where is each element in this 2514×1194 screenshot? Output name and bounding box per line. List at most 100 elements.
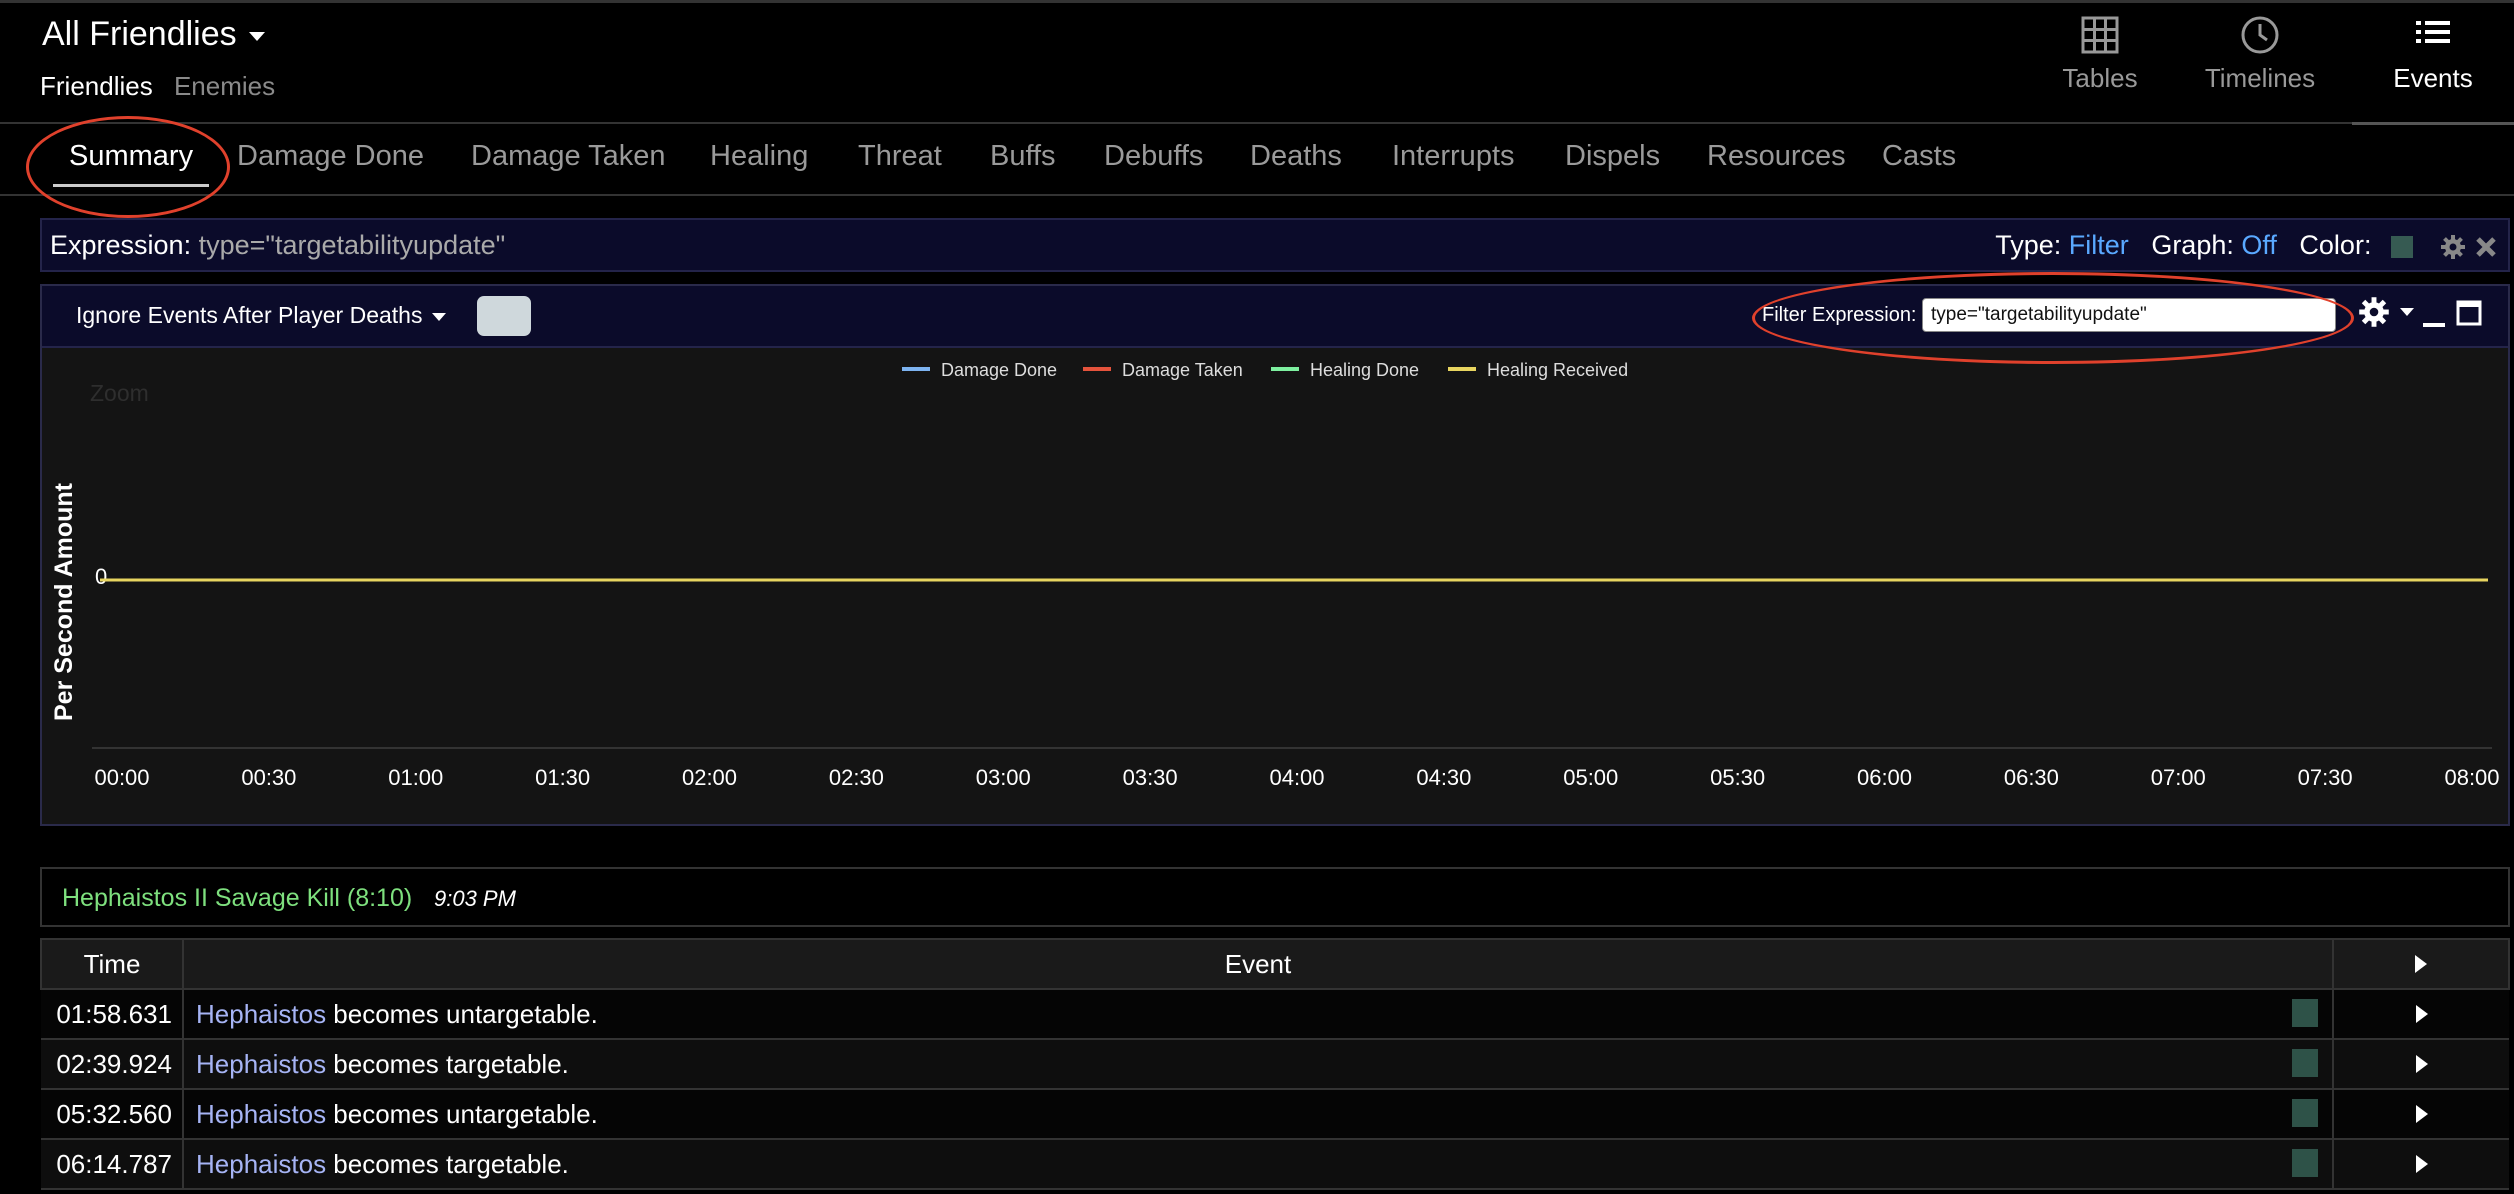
- row-expand-button[interactable]: [2332, 1038, 2509, 1090]
- view-tab-label: Timelines: [2204, 63, 2316, 93]
- expression-value: type="targetabilityupdate": [198, 230, 506, 260]
- view-tab-label: Tables: [2062, 63, 2138, 93]
- table-row[interactable]: 02:39.924 Hephaistos becomes targetable.: [41, 1038, 2509, 1090]
- graph-label: Graph:: [2151, 230, 2234, 260]
- tab-casts[interactable]: Casts: [1882, 140, 1956, 173]
- x-tick-label: 01:00: [388, 765, 443, 790]
- expression-settings: Type: Filter Graph: Off Color:: [1995, 230, 2498, 261]
- gear-icon: [2359, 297, 2389, 327]
- table-row[interactable]: 05:32.560 Hephaistos becomes untargetable…: [41, 1088, 2509, 1140]
- x-tick-label: 00:00: [94, 765, 149, 790]
- column-header-event[interactable]: Event: [182, 938, 2334, 990]
- friendlies-selector[interactable]: All Friendlies: [42, 15, 265, 54]
- page-title: All Friendlies: [42, 15, 237, 53]
- tab-deaths[interactable]: Deaths: [1250, 140, 1342, 173]
- table-grid-icon: [2081, 16, 2119, 54]
- x-tick-label: 00:30: [241, 765, 296, 790]
- graph-toggle[interactable]: Off: [2241, 230, 2277, 260]
- event-text: becomes targetable.: [326, 1148, 569, 1179]
- ignore-events-dropdown[interactable]: Ignore Events After Player Deaths: [76, 302, 447, 329]
- x-tick-label: 03:30: [1123, 765, 1178, 790]
- event-color-swatch: [2292, 1098, 2318, 1127]
- tab-healing[interactable]: Healing: [710, 140, 808, 173]
- x-tick-label: 06:00: [1857, 765, 1912, 790]
- maximize-icon[interactable]: [2456, 300, 2482, 326]
- legend-label[interactable]: Damage Done: [941, 360, 1057, 380]
- event-cell: Hephaistos becomes untargetable.: [183, 988, 2333, 1040]
- close-icon[interactable]: [2474, 235, 2498, 259]
- tab-damage-taken[interactable]: Damage Taken: [471, 140, 666, 173]
- report-tabs: Summary Damage Done Damage Taken Healing…: [0, 126, 2514, 196]
- tab-threat[interactable]: Threat: [858, 140, 942, 173]
- view-tab-label: Events: [2393, 63, 2473, 93]
- event-time: 06:14.787: [41, 1138, 184, 1190]
- graph-panel: Ignore Events After Player Deaths Filter…: [40, 284, 2510, 826]
- fight-name[interactable]: Hephaistos II Savage Kill (8:10): [62, 884, 412, 913]
- view-tab-events[interactable]: Events: [2352, 3, 2514, 125]
- table-row[interactable]: 01:58.631 Hephaistos becomes untargetable…: [41, 988, 2509, 1040]
- play-arrow-icon: [2415, 1154, 2428, 1173]
- chevron-down-icon: [2400, 308, 2414, 316]
- tab-resources[interactable]: Resources: [1707, 140, 1846, 173]
- event-text: becomes untargetable.: [326, 998, 598, 1029]
- x-tick-label: 04:00: [1269, 765, 1324, 790]
- ignore-events-label: Ignore Events After Player Deaths: [76, 302, 423, 328]
- event-text: becomes untargetable.: [326, 1098, 598, 1129]
- row-expand-button[interactable]: [2332, 1088, 2509, 1140]
- view-tab-tables[interactable]: Tables: [2030, 3, 2170, 125]
- event-cell: Hephaistos becomes untargetable.: [183, 1088, 2333, 1140]
- row-expand-button[interactable]: [2332, 988, 2509, 1040]
- tab-dispels[interactable]: Dispels: [1565, 140, 1660, 173]
- fight-summary-bar: Hephaistos II Savage Kill (8:10) 9:03 PM: [40, 867, 2510, 927]
- tab-interrupts[interactable]: Interrupts: [1392, 140, 1515, 173]
- type-link[interactable]: Filter: [2069, 230, 2129, 260]
- minimize-icon[interactable]: [2422, 306, 2446, 330]
- column-header-time[interactable]: Time: [40, 938, 184, 990]
- view-tab-timelines[interactable]: Timelines: [2190, 3, 2330, 125]
- event-cell: Hephaistos becomes targetable.: [183, 1038, 2333, 1090]
- x-tick-label: 04:30: [1416, 765, 1471, 790]
- event-actor-link[interactable]: Hephaistos: [196, 1049, 326, 1079]
- legend-label[interactable]: Healing Received: [1487, 360, 1628, 380]
- color-swatch[interactable]: [2390, 235, 2413, 258]
- expression-display[interactable]: Expression: type="targetabilityupdate": [50, 230, 505, 261]
- column-header-expand[interactable]: [2332, 938, 2510, 990]
- graph-settings-button[interactable]: [2358, 296, 2414, 328]
- x-tick-label: 06:30: [2004, 765, 2059, 790]
- subnav: Friendlies Enemies: [40, 71, 289, 102]
- event-actor-link[interactable]: Hephaistos: [196, 1149, 326, 1179]
- x-tick-label: 01:30: [535, 765, 590, 790]
- tab-buffs[interactable]: Buffs: [990, 140, 1056, 173]
- gear-icon[interactable]: [2440, 234, 2466, 260]
- x-tick-label: 02:30: [829, 765, 884, 790]
- zoom-label: Zoom: [90, 380, 149, 406]
- legend-label[interactable]: Healing Done: [1310, 360, 1419, 380]
- per-second-chart[interactable]: Damage Done Damage Taken Healing Done Heali…: [42, 348, 2508, 824]
- x-axis-ticks: 00:00 00:30 01:00 01:30 02:00 02:30 03:00 03:30…: [94, 765, 2499, 790]
- table-header-row: Time Event: [40, 938, 2510, 990]
- x-tick-label: 05:00: [1563, 765, 1618, 790]
- x-tick-label: 07:00: [2151, 765, 2206, 790]
- event-actor-link[interactable]: Hephaistos: [196, 999, 326, 1029]
- list-icon: [2416, 21, 2450, 43]
- x-tick-label: 05:30: [1710, 765, 1765, 790]
- filter-expression-input[interactable]: [1922, 298, 2336, 332]
- row-expand-button[interactable]: [2332, 1138, 2509, 1190]
- x-tick-label: 08:00: [2444, 765, 2499, 790]
- tab-damage-done[interactable]: Damage Done: [237, 140, 424, 173]
- subnav-enemies[interactable]: Enemies: [174, 71, 275, 101]
- subnav-friendlies[interactable]: Friendlies: [40, 71, 153, 101]
- x-tick-label: 07:30: [2298, 765, 2353, 790]
- event-color-swatch: [2292, 998, 2318, 1027]
- legend-label[interactable]: Damage Taken: [1122, 360, 1243, 380]
- event-time: 02:39.924: [41, 1038, 184, 1090]
- table-row[interactable]: 06:14.787 Hephaistos becomes targetable.: [41, 1138, 2509, 1190]
- chevron-down-icon: [432, 312, 447, 321]
- event-time: 01:58.631: [41, 988, 184, 1040]
- tab-debuffs[interactable]: Debuffs: [1104, 140, 1203, 173]
- event-actor-link[interactable]: Hephaistos: [196, 1099, 326, 1129]
- tab-summary[interactable]: Summary: [52, 140, 210, 187]
- clock-icon: [2241, 16, 2279, 54]
- toggle-button[interactable]: [477, 296, 531, 336]
- type-label: Type:: [1995, 230, 2062, 260]
